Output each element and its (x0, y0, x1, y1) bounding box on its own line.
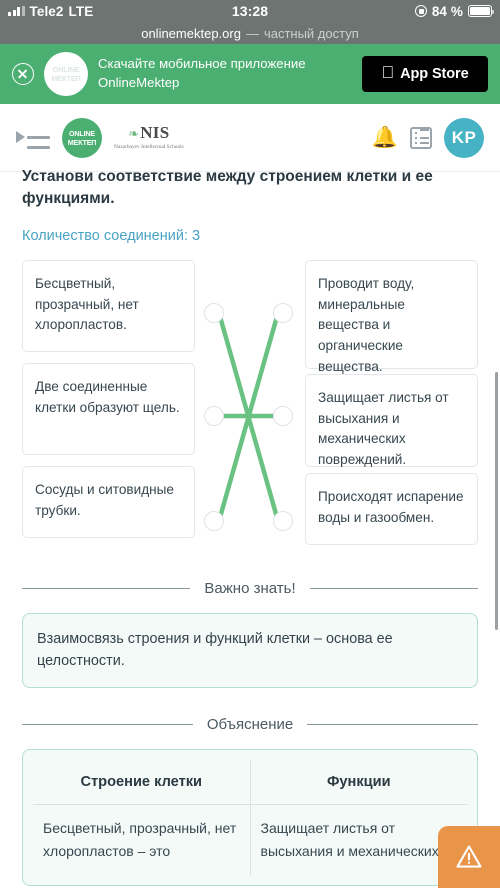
table-header-row: Строение клетки Функции (33, 760, 467, 806)
battery-icon (468, 5, 495, 17)
matching-exercise: Бесцветный, прозрачный, нет хлоропластов… (22, 260, 478, 552)
avatar[interactable]: KP (444, 117, 484, 158)
banner-logo-line1: ONLINE (52, 64, 80, 74)
table-header-cell: Функции (249, 760, 467, 806)
hamburger-menu-icon[interactable] (16, 125, 50, 151)
explanation-heading: Объяснение (206, 716, 294, 734)
important-note-box: Взаимосвязь строения и функций клетки – … (22, 613, 478, 689)
list-icon[interactable] (410, 126, 432, 149)
matching-right-column: Проводит воду, минеральные вещества и ор… (305, 260, 478, 545)
important-heading: Важно знать! (204, 580, 296, 597)
important-divider: Важно знать! (22, 580, 478, 597)
matching-left-card[interactable]: Сосуды и ситовидные трубки. (22, 466, 195, 538)
nis-subtitle-label: Nazarbayev Intellectual Schools (114, 143, 184, 150)
app-store-button-label: App Store (393, 66, 468, 82)
app-store-button[interactable]:  App Store (362, 56, 488, 92)
important-note-text: Взаимосвязь строения и функций клетки – … (37, 631, 393, 669)
leaf-icon: ❧ (128, 125, 140, 141)
connections-count-label: Количество соединений: 3 (22, 228, 201, 244)
table-cell: Бесцветный, прозрачный, нет хлоропластов… (43, 820, 237, 859)
banner-text: Скачайте мобильное приложение OnlineMekt… (98, 55, 352, 92)
matching-right-card[interactable]: Происходят испарение воды и газообмен. (305, 473, 478, 545)
nis-name-label: NIS (140, 122, 170, 142)
app-install-banner: ONLINE МЕКТЕП Скачайте мобильное приложе… (0, 44, 500, 104)
report-problem-button[interactable] (438, 826, 500, 888)
matching-node-left-2[interactable] (204, 406, 224, 426)
table-row: Бесцветный, прозрачный, нет хлоропластов… (33, 804, 467, 875)
table-header-cell: Строение клетки (33, 760, 250, 806)
battery-percent-label: 84 % (431, 3, 463, 19)
matching-node-right-1[interactable] (273, 303, 293, 323)
matching-node-right-3[interactable] (273, 511, 293, 531)
url-host-label: onlinemektep.org (141, 25, 241, 41)
page-title: Установи соответствие между строением кл… (22, 168, 433, 207)
lock-rotation-icon (414, 5, 427, 17)
nis-logo: ❧ NIS Nazarbayev Intellectual Schools (114, 124, 184, 151)
onlinemektep-banner-logo: ONLINE МЕКТЕП (44, 52, 88, 96)
matching-right-card[interactable]: Защищает листья от высыхания и механичес… (305, 374, 478, 467)
matching-node-left-3[interactable] (204, 511, 224, 531)
page-scrollbar[interactable] (495, 372, 498, 630)
banner-text-line1: Скачайте мобильное приложение (98, 56, 306, 72)
question-content: Установи соответствие между строением кл… (0, 162, 500, 886)
onlinemektep-logo[interactable]: ONLINE МЕКТЕП (62, 117, 102, 158)
ios-status-bar: Tele2 LTE 13:28 84 % (0, 0, 500, 22)
matching-node-right-2[interactable] (273, 406, 293, 426)
close-icon[interactable] (12, 63, 34, 85)
om-logo-line2: МЕКТЕП (67, 137, 97, 147)
apple-icon:  (381, 64, 394, 81)
banner-logo-line2: МЕКТЕП (51, 74, 81, 83)
om-logo-line1: ONLINE (69, 128, 95, 138)
status-bar-right: 84 % (414, 3, 495, 19)
explanation-divider: Объяснение (22, 716, 478, 733)
matching-left-column: Бесцветный, прозрачный, нет хлоропластов… (22, 260, 195, 545)
browser-url-bar[interactable]: onlinemektep.org — частный доступ (0, 22, 500, 44)
table-cell: Защищает листья от высыхания и механичес… (249, 804, 467, 875)
matching-left-card[interactable]: Две соединенные клетки образуют щель. (22, 363, 195, 455)
matching-left-card[interactable]: Бесцветный, прозрачный, нет хлоропластов… (22, 260, 195, 352)
url-mode-label: частный доступ (263, 25, 359, 41)
bell-icon[interactable]: 🔔 (372, 127, 398, 148)
url-separator: — (245, 25, 259, 41)
explanation-table-box: Строение клетки Функции Бесцветный, проз… (22, 749, 478, 886)
banner-text-line2: OnlineMektep (98, 75, 180, 90)
matching-right-card[interactable]: Проводит воду, минеральные вещества и ор… (305, 260, 478, 374)
matching-node-left-1[interactable] (204, 303, 224, 323)
warning-triangle-icon (456, 845, 482, 868)
explanation-table: Строение клетки Функции Бесцветный, проз… (33, 760, 467, 875)
avatar-initials: KP (451, 127, 477, 147)
